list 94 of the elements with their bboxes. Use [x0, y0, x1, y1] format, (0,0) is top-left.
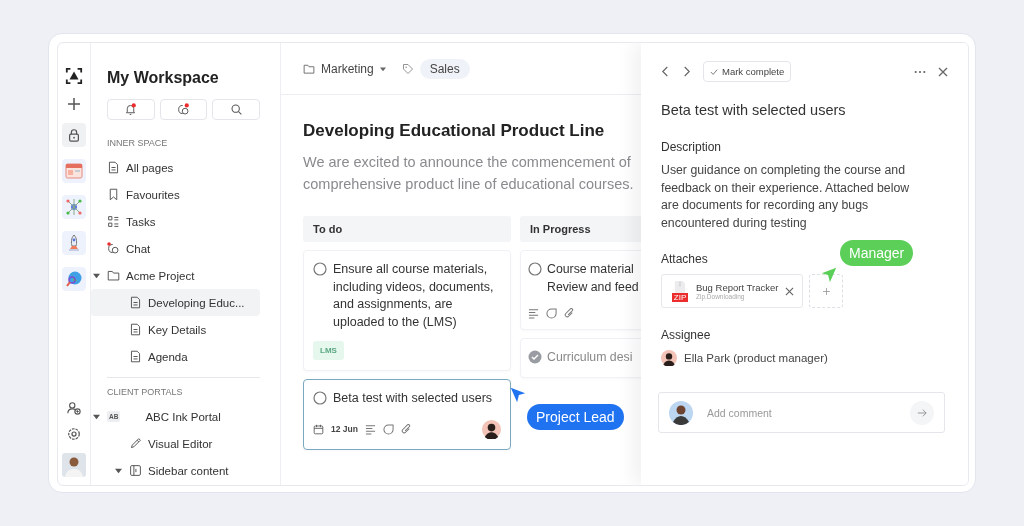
arrow-icon: [917, 407, 927, 418]
description-text: User guidance on completing the course and feedback on their experience. Attached below are documents for recording any bugs encountered during testing: [661, 162, 911, 232]
plus-icon: [822, 287, 830, 295]
sidebar-item[interactable]: Chat: [91, 235, 280, 262]
caret-icon[interactable]: [115, 467, 122, 474]
logo-icon[interactable]: [65, 67, 83, 85]
folder-dropdown[interactable]: Marketing: [303, 61, 386, 76]
comment-icon: [546, 308, 557, 319]
caret-icon[interactable]: [93, 272, 100, 279]
page-icon: [129, 323, 142, 336]
tag-chip[interactable]: Sales: [419, 58, 470, 79]
lock-icon[interactable]: [62, 123, 86, 147]
task-text: Review and feed: [547, 278, 639, 296]
description-heading: Description: [661, 140, 722, 154]
calendar-icon: [313, 423, 324, 435]
network-icon[interactable]: [62, 195, 86, 219]
task-card[interactable]: Ensure all course materials, including videos, documents, and assignments, are uploaded to the (LMS) LMS: [303, 250, 511, 371]
check-icon: [710, 67, 718, 76]
assignee-name: Ella Park (product manager): [684, 352, 828, 364]
description-icon: [364, 423, 376, 435]
assignee-avatar: [661, 350, 677, 366]
search-icon: [229, 103, 243, 116]
checked-circle-icon[interactable]: [528, 350, 542, 364]
chat-icon: [177, 103, 190, 116]
task-tag: LMS: [313, 341, 344, 360]
settings-icon[interactable]: [67, 427, 81, 441]
previous-icon[interactable]: [661, 66, 670, 77]
search-button[interactable]: [212, 99, 260, 120]
column-header: To do: [303, 216, 511, 242]
folder-icon: [303, 62, 315, 75]
commenter-avatar: [669, 400, 693, 425]
task-text: Ensure all course materials, including videos, documents, and assignments, are uploaded to the (LMS): [333, 261, 495, 331]
column-header: In Progress: [520, 216, 641, 242]
sidebar-item[interactable]: Sidebar content: [91, 457, 280, 484]
radio-circle-icon[interactable]: [528, 262, 542, 276]
chat-button[interactable]: [159, 99, 208, 120]
intro-text: comprehensive product line of educational courses.: [303, 175, 635, 194]
task-title: Beta test with selected users: [661, 102, 847, 118]
file-name: Bug Report Tracker: [696, 282, 779, 293]
sidebar-item[interactable]: Agenda: [91, 343, 280, 370]
caret-icon[interactable]: [93, 413, 100, 420]
notifications-button[interactable]: [107, 99, 155, 120]
list-icon: [107, 215, 120, 228]
intro-text: We are excited to announce the commencement of: [303, 153, 632, 172]
collaborator-label: Project Lead: [527, 404, 624, 430]
task-card[interactable]: Curriculum desi: [520, 338, 641, 378]
radio-circle-icon[interactable]: [313, 391, 327, 405]
remove-icon[interactable]: [785, 286, 794, 296]
close-icon[interactable]: [938, 66, 948, 77]
plus-icon[interactable]: [67, 97, 81, 111]
task-text: Beta test with selected users: [333, 390, 494, 407]
assignee-heading: Assignee: [661, 328, 711, 342]
comment-icon: [382, 423, 394, 435]
page-icon: [107, 161, 120, 174]
section-heading: CLIENT PORTALS: [107, 387, 184, 397]
due-date: 12 Jun: [331, 424, 358, 434]
description-icon: [528, 308, 539, 319]
section-heading: INNER SPACE: [107, 138, 169, 148]
task-card[interactable]: Beta test with selected users 12 Jun: [303, 379, 511, 450]
paperclip-icon: [564, 308, 575, 319]
bell-icon: [124, 103, 138, 116]
sidebar-item[interactable]: Favourites: [91, 181, 280, 208]
task-text: Course material: [547, 261, 635, 278]
attaches-heading: Attaches: [661, 252, 708, 266]
sidebar-item[interactable]: Developing Educ...: [91, 289, 260, 316]
tag-icon: [401, 62, 414, 75]
next-icon[interactable]: [682, 66, 691, 77]
workspace-title: My Workspace: [107, 69, 220, 87]
more-icon[interactable]: [914, 69, 926, 74]
add-user-icon[interactable]: [67, 401, 81, 415]
user-avatar[interactable]: [62, 453, 86, 477]
task-card[interactable]: Course material Review and feed: [520, 250, 641, 330]
rocket-icon[interactable]: [62, 231, 86, 255]
task-text: Curriculum desi: [547, 349, 633, 366]
caret-icon: [379, 65, 386, 72]
page-icon: [129, 350, 142, 363]
bookmark-icon: [107, 188, 120, 201]
sidebar-item[interactable]: Tasks: [91, 208, 280, 235]
sidebar-item[interactable]: Acme Project: [91, 262, 280, 289]
document-title: Developing Educational Product Line: [303, 121, 606, 141]
collaborator-label: Manager: [840, 240, 914, 266]
sidebar-item[interactable]: Visual Editor: [91, 430, 280, 457]
chat-icon: [107, 242, 120, 255]
mark-complete-button[interactable]: Mark complete: [703, 61, 792, 82]
radio-circle-icon[interactable]: [313, 262, 327, 276]
page-icon: [129, 296, 142, 309]
paperclip-icon: [400, 423, 412, 435]
pencil-icon: [129, 437, 142, 450]
folder-icon: [107, 269, 120, 282]
calendar-app-icon[interactable]: [62, 159, 86, 183]
globe-search-icon[interactable]: [62, 267, 86, 291]
sidebar-item[interactable]: All pages: [91, 154, 280, 181]
sidebar-item[interactable]: Key Details: [91, 316, 280, 343]
panel-icon: [129, 464, 142, 477]
